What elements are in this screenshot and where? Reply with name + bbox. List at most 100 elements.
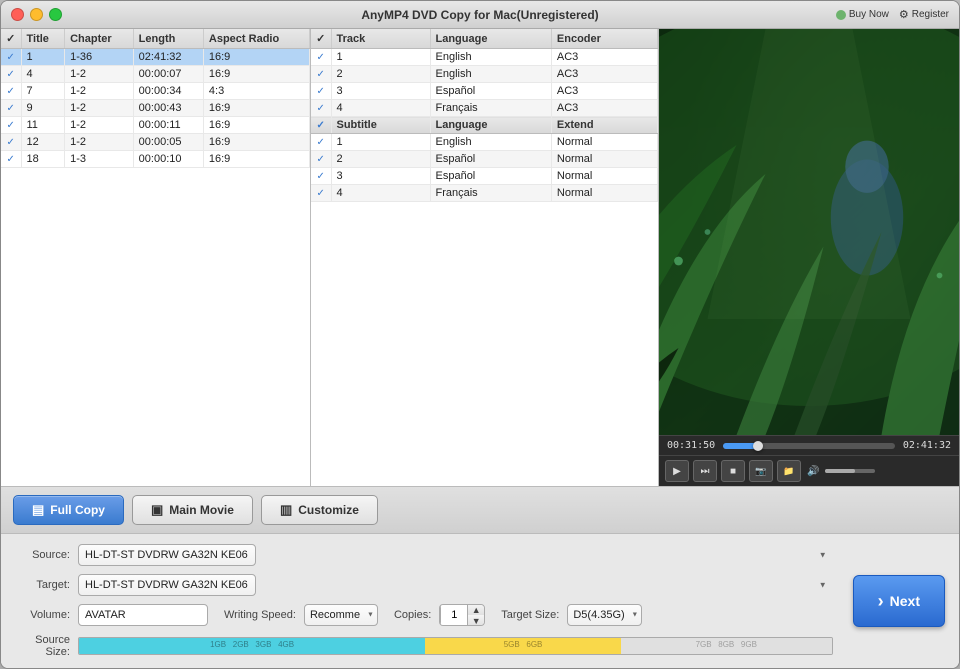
title-row[interactable]: ✓ 4 1-2 00:00:07 16:9 <box>1 66 310 83</box>
copies-input[interactable] <box>440 605 468 625</box>
row-check[interactable]: ✓ <box>1 117 21 134</box>
writing-speed-label: Writing Speed: <box>224 609 296 621</box>
close-button[interactable] <box>11 8 24 21</box>
track-encoder: AC3 <box>551 66 657 83</box>
row-chapter: 1-2 <box>65 117 134 134</box>
aspect-header: Aspect Radio <box>203 29 309 49</box>
sub-extend: Normal <box>551 134 657 151</box>
writing-speed-select[interactable]: Recomme 2x 4x 8x <box>304 604 378 626</box>
row-check[interactable]: ✓ <box>1 83 21 100</box>
track-row[interactable]: ✓ 4 Français AC3 <box>311 100 658 117</box>
sub-check[interactable]: ✓ <box>311 134 331 151</box>
yellow-segment: 5GB 6GB <box>425 638 621 654</box>
subtitle-row[interactable]: ✓ 2 Español Normal <box>311 151 658 168</box>
title-check-header: ✓ <box>1 29 21 49</box>
row-check[interactable]: ✓ <box>1 134 21 151</box>
row-length: 00:00:34 <box>133 83 203 100</box>
row-check[interactable]: ✓ <box>1 66 21 83</box>
row-length: 00:00:11 <box>133 117 203 134</box>
title-row[interactable]: ✓ 18 1-3 00:00:10 16:9 <box>1 151 310 168</box>
track-row[interactable]: ✓ 2 English AC3 <box>311 66 658 83</box>
skip-button[interactable]: ⏭ <box>693 460 717 482</box>
media-controls: ▶ ⏭ ■ 📷 📁 🔊 <box>659 455 959 486</box>
track-check[interactable]: ✓ <box>311 100 331 117</box>
title-row[interactable]: ✓ 12 1-2 00:00:05 16:9 <box>1 134 310 151</box>
track-lang: English <box>430 66 551 83</box>
length-header: Length <box>133 29 203 49</box>
sub-num: 1 <box>331 134 430 151</box>
progress-bar[interactable] <box>723 443 895 449</box>
stop-button[interactable]: ■ <box>721 460 745 482</box>
track-lang: Español <box>430 83 551 100</box>
track-encoder: AC3 <box>551 100 657 117</box>
volume-input[interactable] <box>78 604 208 626</box>
target-select[interactable]: HL-DT-ST DVDRW GA32N KE06 <box>78 574 256 596</box>
track-row[interactable]: ✓ 3 Español AC3 <box>311 83 658 100</box>
sub-check[interactable]: ✓ <box>311 151 331 168</box>
next-button[interactable]: › Next <box>853 575 945 627</box>
register-icon: ⚙ <box>899 8 909 21</box>
target-size-label: Target Size: <box>501 609 559 621</box>
register-button[interactable]: ⚙ Register <box>899 8 949 21</box>
target-label: Target: <box>15 579 70 591</box>
snapshot-button[interactable]: 📷 <box>749 460 773 482</box>
row-check[interactable]: ✓ <box>1 100 21 117</box>
source-size-row: Source Size: 1GB 2GB 3GB 4GB 5GB 6GB <box>15 634 833 658</box>
target-select-wrapper: HL-DT-ST DVDRW GA32N KE06 <box>78 574 833 596</box>
row-aspect: 16:9 <box>203 66 309 83</box>
row-aspect: 16:9 <box>203 151 309 168</box>
row-check[interactable]: ✓ <box>1 151 21 168</box>
preview-video <box>659 29 959 435</box>
subtitle-row[interactable]: ✓ 3 Español Normal <box>311 168 658 185</box>
track-encoder: AC3 <box>551 49 657 66</box>
size-bar: 1GB 2GB 3GB 4GB 5GB 6GB 7GB 8GB 9GB <box>78 637 833 655</box>
title-table: ✓ Title Chapter Length Aspect Radio ✓ 1 … <box>1 29 311 486</box>
row-chapter: 1-2 <box>65 66 134 83</box>
subtitle-row[interactable]: ✓ 4 Français Normal <box>311 185 658 202</box>
cyan-segment: 1GB 2GB 3GB 4GB <box>79 638 425 654</box>
sub-lang: Español <box>430 168 551 185</box>
track-row[interactable]: ✓ 1 English AC3 <box>311 49 658 66</box>
main-movie-button[interactable]: ▣ Main Movie <box>132 495 253 525</box>
sub-check[interactable]: ✓ <box>311 168 331 185</box>
title-header: Title <box>21 29 65 49</box>
source-select[interactable]: HL-DT-ST DVDRW GA32N KE06 <box>78 544 256 566</box>
title-row[interactable]: ✓ 9 1-2 00:00:43 16:9 <box>1 100 310 117</box>
subtitle-row[interactable]: ✓ 1 English Normal <box>311 134 658 151</box>
progress-thumb <box>753 441 763 451</box>
track-num: 3 <box>331 83 430 100</box>
sub-extend: Normal <box>551 185 657 202</box>
track-check[interactable]: ✓ <box>311 66 331 83</box>
maximize-button[interactable] <box>49 8 62 21</box>
row-length: 00:00:10 <box>133 151 203 168</box>
folder-button[interactable]: 📁 <box>777 460 801 482</box>
track-check[interactable]: ✓ <box>311 83 331 100</box>
full-copy-button[interactable]: ▤ Full Copy <box>13 495 124 525</box>
source-row: Source: HL-DT-ST DVDRW GA32N KE06 <box>15 544 833 566</box>
play-button[interactable]: ▶ <box>665 460 689 482</box>
volume-slider[interactable] <box>825 469 875 473</box>
target-size-select[interactable]: D5(4.35G) D9(7.95G) <box>567 604 642 626</box>
track-num: 4 <box>331 100 430 117</box>
track-header: Track <box>331 29 430 49</box>
sub-lang: Français <box>430 185 551 202</box>
row-length: 00:00:07 <box>133 66 203 83</box>
title-row[interactable]: ✓ 1 1-36 02:41:32 16:9 <box>1 49 310 66</box>
next-label: Next <box>890 593 920 609</box>
title-row[interactable]: ✓ 11 1-2 00:00:11 16:9 <box>1 117 310 134</box>
row-check[interactable]: ✓ <box>1 49 21 66</box>
customize-button[interactable]: ▥ Customize <box>261 495 378 525</box>
sub-check[interactable]: ✓ <box>311 185 331 202</box>
copies-down-button[interactable]: ▼ <box>468 615 484 626</box>
track-check[interactable]: ✓ <box>311 49 331 66</box>
full-copy-icon: ▤ <box>32 502 44 518</box>
sub-lang: English <box>430 134 551 151</box>
copies-up-button[interactable]: ▲ <box>468 604 484 615</box>
sub-lang: Español <box>430 151 551 168</box>
time-current: 00:31:50 <box>667 440 715 451</box>
row-title: 9 <box>21 100 65 117</box>
title-row[interactable]: ✓ 7 1-2 00:00:34 4:3 <box>1 83 310 100</box>
copies-label: Copies: <box>394 609 431 621</box>
buy-now-button[interactable]: Buy Now <box>836 9 889 20</box>
minimize-button[interactable] <box>30 8 43 21</box>
